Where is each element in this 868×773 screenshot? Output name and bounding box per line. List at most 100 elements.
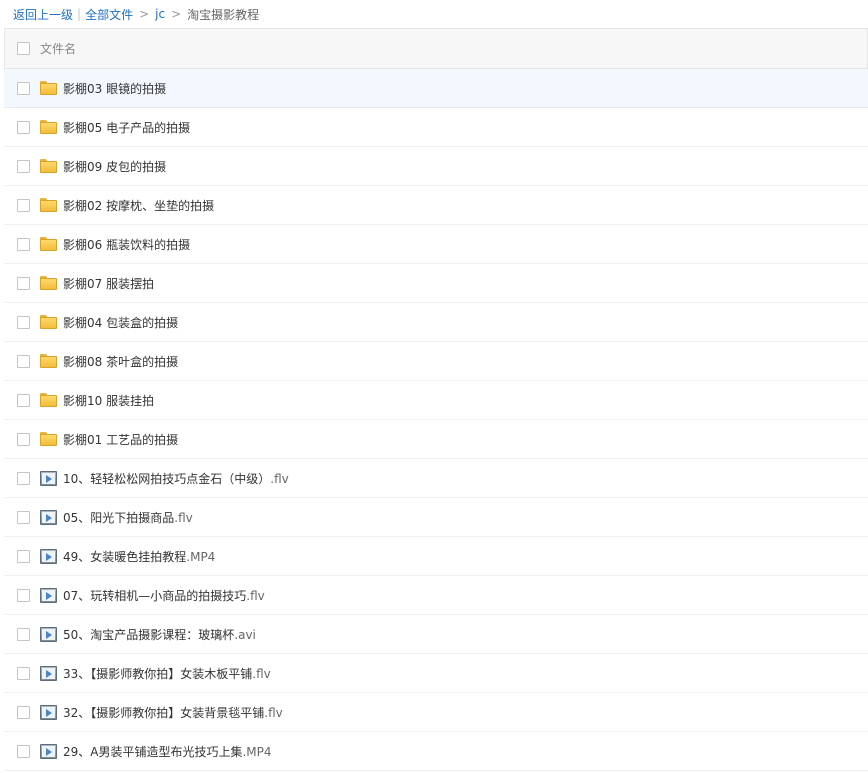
name-text: 影棚02 按摩枕、坐垫的拍摄 <box>63 198 215 213</box>
folder-row[interactable]: 影棚04 包装盒的拍摄 <box>4 303 868 342</box>
row-checkbox[interactable] <box>17 744 30 758</box>
folder-row[interactable]: 影棚08 茶叶盒的拍摄 <box>4 342 868 381</box>
file-row[interactable]: 07、玩转相机—小商品的拍摄技巧.flv <box>4 576 868 615</box>
name-text: 影棚10 服装挂拍 <box>63 393 155 408</box>
file-name[interactable]: 33、【摄影师教你拍】女装木板平铺.flv <box>63 665 271 682</box>
name-text: 50、淘宝产品摄影课程：玻璃杯 <box>63 627 235 642</box>
row-checkbox[interactable] <box>17 666 30 680</box>
breadcrumb-arrow: > <box>171 7 182 21</box>
name-text: 影棚08 茶叶盒的拍摄 <box>63 354 179 369</box>
file-name[interactable]: 29、A男装平铺造型布光技巧上集.MP4 <box>63 743 272 760</box>
folder-icon <box>40 431 58 447</box>
file-row[interactable]: 50、淘宝产品摄影课程：玻璃杯.avi <box>4 615 868 654</box>
folder-icon <box>40 158 58 174</box>
video-file-icon <box>40 626 58 642</box>
video-file-icon <box>40 548 58 564</box>
name-text: 33、【摄影师教你拍】女装木板平铺 <box>63 666 253 681</box>
video-file-icon <box>40 665 58 681</box>
file-extension: .flv <box>264 705 283 720</box>
folder-name[interactable]: 影棚03 眼镜的拍摄 <box>63 80 166 97</box>
video-file-icon <box>40 587 58 603</box>
file-name[interactable]: 32、【摄影师教你拍】女装背景毯平铺.flv <box>63 704 283 721</box>
row-checkbox[interactable] <box>17 120 30 134</box>
folder-icon <box>40 236 58 252</box>
row-checkbox[interactable] <box>17 276 30 290</box>
folder-name[interactable]: 影棚02 按摩枕、坐垫的拍摄 <box>63 197 214 214</box>
file-name[interactable]: 49、女装暖色挂拍教程.MP4 <box>63 548 215 565</box>
file-extension: .avi <box>234 627 256 642</box>
row-checkbox[interactable] <box>17 432 30 446</box>
name-text: 29、A男装平铺造型布光技巧上集 <box>63 744 243 759</box>
folder-icon <box>40 314 58 330</box>
name-text: 影棚09 皮包的拍摄 <box>63 159 167 174</box>
file-extension: .MP4 <box>186 549 216 564</box>
file-name[interactable]: 10、轻轻松松网拍技巧点金石（中级）.flv <box>63 470 289 487</box>
folder-row[interactable]: 影棚09 皮包的拍摄 <box>4 147 868 186</box>
row-checkbox[interactable] <box>17 237 30 251</box>
row-checkbox[interactable] <box>17 627 30 641</box>
folder-icon <box>40 119 58 135</box>
video-file-icon <box>40 743 58 759</box>
name-text: 10、轻轻松松网拍技巧点金石（中级） <box>63 471 271 486</box>
breadcrumb-current: 淘宝摄影教程 <box>187 7 260 22</box>
row-checkbox[interactable] <box>17 159 30 173</box>
folder-name[interactable]: 影棚01 工艺品的拍摄 <box>63 431 178 448</box>
folder-row[interactable]: 影棚03 眼镜的拍摄 <box>4 69 868 108</box>
row-checkbox[interactable] <box>17 471 30 485</box>
breadcrumb-folder-jc[interactable]: jc <box>155 7 165 21</box>
breadcrumb-separator: | <box>77 7 82 21</box>
file-row[interactable]: 49、女装暖色挂拍教程.MP4 <box>4 537 868 576</box>
row-checkbox[interactable] <box>17 81 30 95</box>
row-checkbox[interactable] <box>17 315 30 329</box>
name-text: 影棚04 包装盒的拍摄 <box>63 315 179 330</box>
folder-row[interactable]: 影棚01 工艺品的拍摄 <box>4 420 868 459</box>
folder-icon <box>40 392 58 408</box>
folder-name[interactable]: 影棚08 茶叶盒的拍摄 <box>63 353 178 370</box>
name-text: 32、【摄影师教你拍】女装背景毯平铺 <box>63 705 265 720</box>
file-row[interactable]: 33、【摄影师教你拍】女装木板平铺.flv <box>4 654 868 693</box>
name-text: 05、阳光下拍摄商品 <box>63 510 175 525</box>
file-name[interactable]: 07、玩转相机—小商品的拍摄技巧.flv <box>63 587 265 604</box>
folder-name[interactable]: 影棚04 包装盒的拍摄 <box>63 314 178 331</box>
row-checkbox[interactable] <box>17 510 30 524</box>
row-checkbox[interactable] <box>17 588 30 602</box>
folder-icon <box>40 80 58 96</box>
row-checkbox[interactable] <box>17 354 30 368</box>
folder-name[interactable]: 影棚09 皮包的拍摄 <box>63 158 166 175</box>
file-row[interactable]: 32、【摄影师教你拍】女装背景毯平铺.flv <box>4 693 868 732</box>
file-extension: .flv <box>252 666 271 681</box>
file-name[interactable]: 05、阳光下拍摄商品.flv <box>63 509 193 526</box>
file-extension: .flv <box>270 471 289 486</box>
folder-name[interactable]: 影棚10 服装挂拍 <box>63 392 154 409</box>
folder-name[interactable]: 影棚06 瓶装饮料的拍摄 <box>63 236 190 253</box>
folder-row[interactable]: 影棚10 服装挂拍 <box>4 381 868 420</box>
file-row[interactable]: 29、A男装平铺造型布光技巧上集.MP4 <box>4 732 868 771</box>
breadcrumb-all-files[interactable]: 全部文件 <box>85 6 133 23</box>
name-text: 影棚06 瓶装饮料的拍摄 <box>63 237 191 252</box>
column-header-filename[interactable]: 文件名 <box>40 40 76 57</box>
select-all-checkbox[interactable] <box>17 42 30 55</box>
file-row[interactable]: 10、轻轻松松网拍技巧点金石（中级）.flv <box>4 459 868 498</box>
file-list: 影棚03 眼镜的拍摄影棚05 电子产品的拍摄 影棚09 皮包的拍摄影棚02 按摩枕… <box>4 69 868 771</box>
file-name[interactable]: 50、淘宝产品摄影课程：玻璃杯.avi <box>63 626 256 643</box>
folder-name[interactable]: 影棚05 电子产品的拍摄 <box>63 119 190 136</box>
file-extension: .flv <box>174 510 193 525</box>
row-checkbox[interactable] <box>17 549 30 563</box>
file-extension: .flv <box>246 588 265 603</box>
breadcrumb: 返回上一级 | 全部文件 > jc > 淘宝摄影教程 <box>13 5 259 23</box>
file-list-header: 文件名 <box>4 28 868 69</box>
folder-row[interactable]: 影棚06 瓶装饮料的拍摄 <box>4 225 868 264</box>
row-checkbox[interactable] <box>17 705 30 719</box>
name-text: 影棚05 电子产品的拍摄 <box>63 120 191 135</box>
folder-row[interactable]: 影棚05 电子产品的拍摄 <box>4 108 868 147</box>
row-checkbox[interactable] <box>17 393 30 407</box>
video-file-icon <box>40 470 58 486</box>
row-checkbox[interactable] <box>17 198 30 212</box>
folder-row[interactable]: 影棚07 服装摆拍 <box>4 264 868 303</box>
back-link[interactable]: 返回上一级 <box>13 6 73 23</box>
folder-row[interactable]: 影棚02 按摩枕、坐垫的拍摄 <box>4 186 868 225</box>
file-extension: .MP4 <box>242 744 272 759</box>
folder-name[interactable]: 影棚07 服装摆拍 <box>63 275 154 292</box>
name-text: 49、女装暖色挂拍教程 <box>63 549 187 564</box>
file-row[interactable]: 05、阳光下拍摄商品.flv <box>4 498 868 537</box>
